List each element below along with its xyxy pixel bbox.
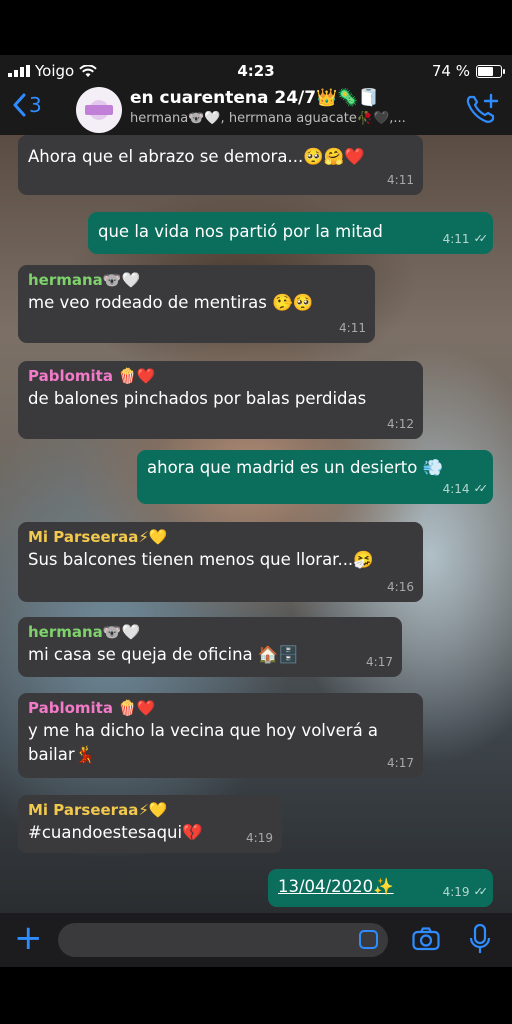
read-receipt-icon: ✓✓ xyxy=(473,482,489,495)
message-incoming[interactable]: Mi Parseeraa⚡💛 Sus balcones tienen menos… xyxy=(18,522,423,602)
message-text: y me ha dicho la vecina que hoy volverá … xyxy=(28,721,379,764)
message-text: me veo rodeado de mentiras 🤥🥺 xyxy=(28,293,314,312)
message-outgoing[interactable]: 13/04/2020✨ 4:19 ✓✓ xyxy=(268,869,493,907)
sender-name[interactable]: Mi Parseeraa⚡💛 xyxy=(28,799,272,821)
message-meta: 4:12 xyxy=(387,412,414,436)
battery-icon xyxy=(476,64,505,78)
date-link[interactable]: 13/04/2020✨ xyxy=(278,877,394,896)
message-time: 4:12 xyxy=(387,417,414,431)
message-text: ahora que madrid es un desierto 💨 xyxy=(147,458,444,477)
sticker-icon[interactable] xyxy=(359,930,378,949)
sender-name[interactable]: hermana🐨🤍 xyxy=(28,269,365,291)
message-text: #cuandoestesaqui💔 xyxy=(28,823,203,842)
message-time: 4:11 xyxy=(339,321,366,335)
message-meta: 4:11 xyxy=(387,168,414,192)
message-time: 4:17 xyxy=(366,655,393,669)
sender-name[interactable]: Mi Parseeraa⚡💛 xyxy=(28,526,413,548)
message-time: 4:11 xyxy=(442,232,470,246)
message-text: que la vida nos partió por la mitad xyxy=(98,222,383,241)
message-meta: 4:17 xyxy=(387,751,414,775)
message-incoming[interactable]: Mi Parseeraa⚡💛 #cuandoestesaqui💔 4:19 xyxy=(18,795,282,853)
message-outgoing[interactable]: que la vida nos partió por la mitad 4:11… xyxy=(88,212,493,254)
message-text: Ahora que el abrazo se demora...🥺🤗❤️ xyxy=(28,147,365,166)
status-bar: Yoigo 4:23 74 % xyxy=(0,55,512,87)
read-receipt-icon: ✓✓ xyxy=(473,232,489,245)
message-incoming[interactable]: hermana🐨🤍 mi casa se queja de oficina 🏠🗄… xyxy=(18,617,402,677)
message-meta: 4:19 ✓✓ xyxy=(442,880,489,904)
sender-name[interactable]: Pablomita 🍿❤️ xyxy=(28,697,413,719)
message-text: mi casa se queja de oficina 🏠🗄️ xyxy=(28,645,299,664)
message-text: Sus balcones tienen menos que llorar...🤧 xyxy=(28,550,374,569)
unread-count: 3 xyxy=(29,93,42,117)
chat-header: 3 en cuarentena 24/7👑🦠🧻 hermana🐨🤍, herrm… xyxy=(0,87,512,135)
message-time: 4:19 xyxy=(442,885,470,899)
message-outgoing[interactable]: ahora que madrid es un desierto 💨 4:14 ✓… xyxy=(137,450,493,504)
message-incoming[interactable]: hermana🐨🤍 me veo rodeado de mentiras 🤥🥺 … xyxy=(18,265,375,343)
message-meta: 4:14 ✓✓ xyxy=(442,477,489,501)
message-time: 4:17 xyxy=(387,756,414,770)
sender-name[interactable]: Pablomita 🍿❤️ xyxy=(28,365,413,387)
chat-title[interactable]: en cuarentena 24/7👑🦠🧻 xyxy=(130,88,380,108)
chat-participants[interactable]: hermana🐨🤍, herrmana aguacate🥀🖤,... xyxy=(130,111,440,126)
message-text: de balones pinchados por balas perdidas xyxy=(28,389,367,408)
message-incoming[interactable]: Pablomita 🍿❤️ de balones pinchados por b… xyxy=(18,361,423,439)
message-meta: 4:11 xyxy=(339,316,366,340)
message-meta: 4:19 xyxy=(246,826,273,850)
input-bar: + xyxy=(0,913,512,967)
battery-percent: 74 % xyxy=(431,62,470,80)
message-meta: 4:16 xyxy=(387,575,414,599)
add-call-icon[interactable] xyxy=(464,93,500,125)
message-incoming[interactable]: Pablomita 🍿❤️ y me ha dicho la vecina qu… xyxy=(18,693,423,778)
group-avatar[interactable] xyxy=(76,87,122,133)
back-button[interactable]: 3 xyxy=(12,93,42,117)
message-time: 4:16 xyxy=(387,580,414,594)
message-input[interactable] xyxy=(58,923,388,957)
plus-icon[interactable]: + xyxy=(14,919,43,957)
chevron-left-icon xyxy=(13,93,26,117)
message-meta: 4:11 ✓✓ xyxy=(442,227,489,251)
microphone-icon[interactable] xyxy=(468,923,492,955)
battery-level xyxy=(478,66,493,76)
message-time: 4:11 xyxy=(387,173,414,187)
sender-name[interactable]: hermana🐨🤍 xyxy=(28,621,392,643)
status-right: 74 % xyxy=(431,62,505,80)
message-meta: 4:17 xyxy=(366,650,393,674)
read-receipt-icon: ✓✓ xyxy=(473,885,489,898)
message-time: 4:14 xyxy=(442,482,470,496)
chat-area[interactable]: Ahora que el abrazo se demora...🥺🤗❤️ 4:1… xyxy=(0,135,512,913)
camera-icon[interactable] xyxy=(412,927,440,951)
message-incoming[interactable]: Ahora que el abrazo se demora...🥺🤗❤️ 4:1… xyxy=(18,135,423,195)
message-time: 4:19 xyxy=(246,831,273,845)
